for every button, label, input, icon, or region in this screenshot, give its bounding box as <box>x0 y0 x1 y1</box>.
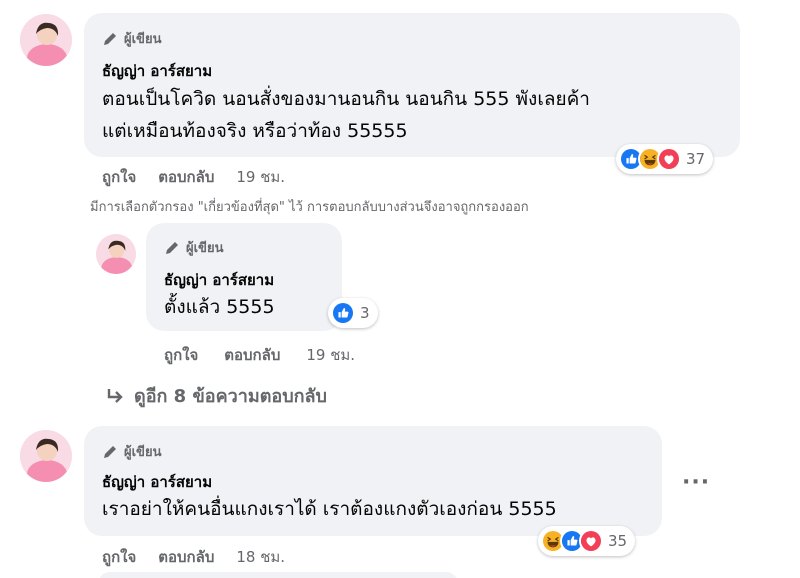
author-badge: ผู้เขียน <box>164 237 223 258</box>
author-badge: ผู้เขียน <box>102 28 161 49</box>
author-badge-label: ผู้เขียน <box>124 32 162 47</box>
reaction-summary[interactable]: 3 <box>328 298 378 328</box>
comment-text: เราอย่าให้คนอื่นแกงเราได้ เราต้องแกงตัวเ… <box>102 498 557 520</box>
commenter-name[interactable]: ธัญญ่า อาร์สยาม <box>102 59 212 83</box>
pencil-icon <box>104 445 116 458</box>
commenter-name[interactable]: ธัญญ่า อาร์สยาม <box>164 268 274 292</box>
comment-actions: ถูกใจ ตอบกลับ 19 ชม. <box>102 165 285 189</box>
reaction-count: 35 <box>608 532 628 550</box>
timestamp[interactable]: 18 ชม. <box>236 545 285 569</box>
like-button[interactable]: ถูกใจ <box>164 343 198 367</box>
avatar[interactable] <box>96 234 136 274</box>
more-options-button[interactable]: ··· <box>682 470 710 495</box>
like-button[interactable]: ถูกใจ <box>102 165 136 189</box>
reaction-summary[interactable]: 35 <box>538 526 636 556</box>
comment-actions: ถูกใจ ตอบกลับ 19 ชม. <box>164 343 355 367</box>
author-badge-label: ผู้เขียน <box>186 241 224 256</box>
love-reaction-icon <box>657 147 681 171</box>
reply-arrow-icon <box>107 388 123 403</box>
avatar[interactable] <box>20 14 72 66</box>
comment-text: ตอนเป็นโควิด นอนสั่งของมานอนกิน นอนกิน 5… <box>102 88 590 110</box>
author-badge-label: ผู้เขียน <box>124 445 162 460</box>
like-reaction-icon <box>331 301 355 325</box>
pencil-icon <box>166 241 178 254</box>
timestamp[interactable]: 19 ชม. <box>306 343 355 367</box>
comment-text: ตั้งแล้ว 5555 <box>164 296 275 318</box>
comment-text: แต่เหมือนท้องจริง หรือว่าท้อง 55555 <box>102 120 408 142</box>
commenter-name[interactable]: ธัญญ่า อาร์สยาม <box>102 470 212 494</box>
love-reaction-icon <box>579 529 603 553</box>
next-comment-bubble-edge <box>98 572 458 578</box>
author-badge: ผู้เขียน <box>102 441 161 462</box>
reaction-count: 3 <box>360 304 370 322</box>
reply-button[interactable]: ตอบกลับ <box>158 165 214 189</box>
reaction-summary[interactable]: 37 <box>616 144 714 174</box>
filter-notice: มีการเลือกตัวกรอง "เกี่ยวข้องที่สุด" ไว้… <box>90 200 529 215</box>
like-button[interactable]: ถูกใจ <box>102 545 136 569</box>
avatar[interactable] <box>20 430 72 482</box>
reaction-count: 37 <box>686 150 706 168</box>
timestamp[interactable]: 19 ชม. <box>236 165 285 189</box>
reply-button[interactable]: ตอบกลับ <box>158 545 214 569</box>
reply-button[interactable]: ตอบกลับ <box>224 343 280 367</box>
comment-actions: ถูกใจ ตอบกลับ 18 ชม. <box>102 545 285 569</box>
view-more-replies-link[interactable]: ดูอีก 8 ข้อความตอบกลับ <box>104 381 327 410</box>
pencil-icon <box>104 32 116 45</box>
view-more-replies-label: ดูอีก 8 ข้อความตอบกลับ <box>134 386 327 407</box>
